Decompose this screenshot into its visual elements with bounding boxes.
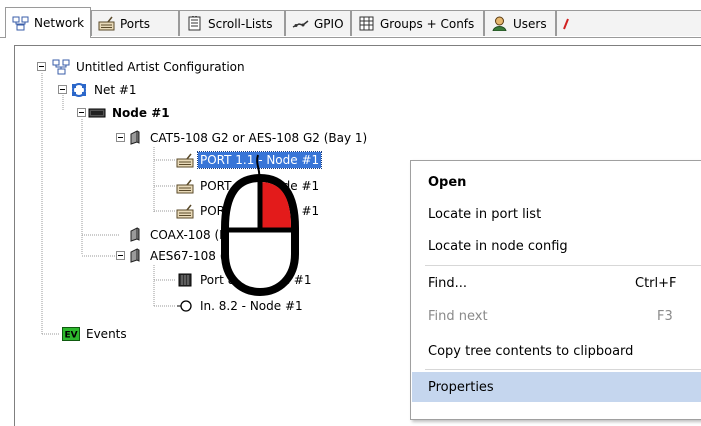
tab-users[interactable]: Users	[484, 10, 556, 36]
tree-item-label: Events	[86, 327, 127, 341]
tab-ports[interactable]: Ports	[91, 10, 179, 36]
menu-item-open[interactable]: Open	[412, 167, 701, 197]
tree-item-node[interactable]: Node #1	[88, 104, 172, 122]
tree-expander[interactable]	[116, 133, 125, 142]
tab-label: Groups + Confs	[380, 16, 475, 31]
menu-item-find-next[interactable]: Find next F3	[412, 301, 701, 331]
net-icon	[72, 83, 86, 97]
menu-item-label: Find...	[428, 275, 468, 291]
menu-item-locate-in-port-list[interactable]: Locate in port list	[412, 199, 701, 229]
tree-item-label: Net #1	[94, 83, 137, 97]
port-icon	[176, 179, 194, 194]
tree-item-label: Untitled Artist Configuration	[76, 60, 245, 74]
tab-network[interactable]: Network	[5, 7, 91, 38]
menu-item-label: Find next	[428, 308, 488, 324]
menu-item-shortcut: Ctrl+F	[635, 275, 677, 291]
tree-item-events[interactable]: EV Events	[62, 325, 129, 343]
tab-strip-border	[0, 37, 701, 38]
gpio-icon	[292, 20, 309, 28]
context-menu: Open Locate in port list Locate in node …	[410, 160, 701, 420]
tree-item-net[interactable]: Net #1	[70, 81, 139, 99]
tree-item-label: Node #1	[112, 106, 170, 120]
events-icon: EV	[62, 327, 80, 341]
menu-item-copy-tree-contents[interactable]: Copy tree contents to clipboard	[412, 336, 701, 366]
menu-item-label: Open	[428, 174, 467, 190]
tab-more[interactable]	[556, 10, 701, 36]
tab-label: Network	[34, 16, 85, 30]
card-icon	[130, 248, 140, 263]
tree-item-label: CAT5-108 G2 or AES-108 G2 (Bay 1)	[150, 131, 368, 145]
node-icon	[88, 108, 106, 118]
menu-item-label: Locate in node config	[428, 238, 568, 254]
menu-item-locate-in-node-config[interactable]: Locate in node config	[412, 231, 701, 261]
tab-label: Ports	[120, 16, 151, 31]
tab-gpio[interactable]: GPIO	[285, 10, 351, 36]
menu-separator	[425, 369, 701, 370]
menu-item-label: Locate in port list	[428, 206, 542, 222]
tree-expander[interactable]	[77, 108, 86, 117]
ports-icon	[98, 16, 115, 31]
events-badge-text: EV	[64, 331, 77, 341]
port-icon	[176, 204, 194, 219]
tree-expander[interactable]	[116, 251, 125, 260]
card-icon	[130, 227, 140, 242]
tab-label: Scroll-Lists	[208, 16, 273, 31]
input-icon	[177, 300, 192, 312]
tree-item-configuration-root[interactable]: Untitled Artist Configuration	[52, 58, 247, 76]
port-icon	[176, 153, 194, 168]
tree-item-label: In. 8.2 - Node #1	[200, 299, 303, 313]
menu-item-properties[interactable]: Properties	[412, 372, 701, 402]
tree-expander[interactable]	[58, 85, 67, 94]
mouse-right-click-icon	[221, 154, 299, 297]
tab-label: Users	[513, 16, 547, 31]
tab-scroll-lists[interactable]: Scroll-Lists	[179, 10, 285, 36]
tree-expander[interactable]	[37, 62, 46, 71]
menu-item-shortcut: F3	[657, 308, 673, 324]
network-icon	[12, 16, 29, 30]
users-icon	[492, 16, 507, 31]
scroll-list-icon	[188, 16, 201, 31]
card-icon	[130, 130, 140, 145]
speaker-icon	[178, 273, 192, 287]
menu-item-label: Copy tree contents to clipboard	[428, 343, 634, 359]
menu-separator	[425, 265, 701, 266]
groups-icon	[359, 16, 374, 31]
tab-groups-confs[interactable]: Groups + Confs	[351, 10, 484, 36]
network-icon	[52, 59, 70, 75]
tab-strip: Network Ports Scroll-Lists GPIO Groups +…	[0, 0, 701, 38]
menu-item-label: Properties	[428, 379, 494, 395]
extra-tab-icon	[563, 18, 569, 30]
menu-item-find[interactable]: Find... Ctrl+F	[412, 268, 701, 298]
tab-label: GPIO	[314, 16, 344, 31]
tree-item-card-bay-1[interactable]: CAT5-108 G2 or AES-108 G2 (Bay 1)	[126, 129, 369, 147]
